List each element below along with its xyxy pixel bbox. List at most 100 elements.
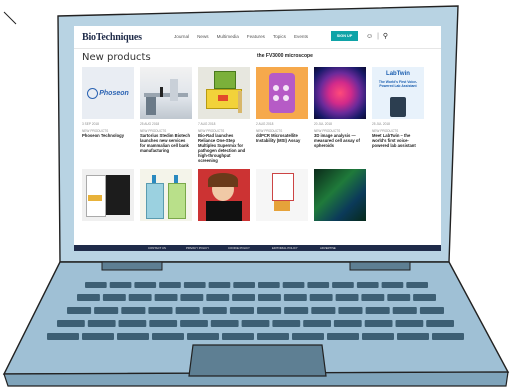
nav-multimedia[interactable]: Multimedia — [217, 34, 239, 39]
keyboard-key — [282, 282, 305, 288]
keyboard-key — [229, 307, 254, 314]
footer-privacy[interactable]: PRIVACY POLICY — [186, 246, 209, 250]
phone-icon — [390, 97, 406, 117]
keyboard-key — [356, 282, 379, 288]
keyboard-key — [335, 294, 359, 301]
site-footer: CONTACT US PRIVACY POLICY COOKIE POLICY … — [74, 245, 441, 251]
keyboard-key — [85, 282, 107, 288]
keyboard-key — [77, 294, 100, 301]
article-thumbnail[interactable]: LabTwin The World's First Voice-Powered … — [372, 67, 424, 119]
signup-button[interactable]: SIGN UP — [331, 31, 358, 41]
article-title[interactable]: Phoseon Technology — [82, 133, 134, 138]
keyboard-key — [121, 307, 146, 314]
browser-screen: BioTechniques Journal News Multimedia Fe… — [74, 26, 441, 250]
article-card[interactable] — [256, 169, 308, 221]
keyboard-key — [154, 294, 178, 301]
article-date: 25 JUL 2018 — [372, 122, 390, 126]
keyboard-key — [338, 307, 363, 314]
labtwin-tagline: The World's First Voice-Powered Lab Assi… — [378, 80, 418, 89]
footer-advertise[interactable]: ADVERTISE — [320, 246, 336, 250]
nav-events[interactable]: Events — [294, 34, 308, 39]
labtwin-logo: LabTwin — [386, 71, 410, 77]
keyboard-key — [387, 294, 411, 301]
article-thumbnail[interactable] — [140, 67, 192, 119]
keyboard-key — [128, 294, 152, 301]
article-title[interactable]: Meet LabTwin – the world's first voice-p… — [372, 133, 424, 148]
keyboard-key — [392, 307, 417, 314]
footer-editorial[interactable]: EDITORIAL POLICY — [272, 246, 298, 250]
site-header: BioTechniques Journal News Multimedia Fe… — [74, 26, 441, 49]
keyboard-key — [395, 320, 424, 327]
article-card[interactable] — [140, 169, 192, 221]
header-icons: ☺ | ⚲ — [366, 33, 389, 40]
search-icon[interactable]: ⚲ — [383, 33, 388, 40]
keyboard-key — [180, 320, 208, 327]
site-logo[interactable]: BioTechniques — [82, 32, 142, 43]
article-thumbnail[interactable] — [82, 169, 134, 221]
phoseon-logo: Phoseon — [87, 87, 129, 99]
user-icon[interactable]: ☺ — [366, 33, 373, 40]
keyboard-key — [180, 294, 204, 301]
keyboard-key — [149, 320, 178, 327]
article-card[interactable] — [82, 169, 134, 221]
article-thumbnail[interactable] — [140, 169, 192, 221]
keyboard-key — [47, 333, 79, 340]
article-title[interactable]: Bio-Rad launches Reliance One-Step Multi… — [198, 133, 250, 163]
globe-icon — [87, 87, 99, 99]
keyboard-key — [233, 282, 255, 288]
article-card[interactable]: Phoseon 3 SEP 2018 NEW PRODUCTS Phoseon … — [82, 67, 134, 163]
article-card[interactable] — [198, 169, 250, 221]
keyboard-key — [159, 282, 181, 288]
keyboard-key — [82, 333, 114, 340]
keyboard-key — [102, 294, 126, 301]
article-thumbnail[interactable] — [198, 67, 250, 119]
article-thumbnail[interactable] — [198, 169, 250, 221]
article-title[interactable]: Sartorius Stedim Biotech launches new se… — [140, 133, 192, 153]
keyboard-key — [432, 333, 464, 340]
keyboard-key — [222, 333, 254, 340]
article-date: 3 SEP 2018 — [82, 122, 99, 126]
keyboard-key — [327, 333, 359, 340]
keyboard-key — [258, 282, 280, 288]
keyboard-key — [362, 333, 394, 340]
keyboard-key — [117, 333, 149, 340]
keyboard-key — [284, 307, 309, 314]
nav-journal[interactable]: Journal — [174, 34, 189, 39]
article-grid: Phoseon 3 SEP 2018 NEW PRODUCTS Phoseon … — [82, 67, 424, 221]
nav-topics[interactable]: Topics — [273, 34, 286, 39]
keyboard-key — [206, 294, 230, 301]
article-card[interactable]: 7 AUG 2018 NEW PRODUCTS Bio-Rad launches… — [198, 67, 250, 163]
article-thumbnail[interactable]: Phoseon — [82, 67, 134, 119]
keyboard-key — [57, 320, 85, 327]
article-card[interactable]: 20 JUL 2018 NEW PRODUCTS 3D image analys… — [314, 67, 366, 163]
article-date: 2 AUG 2018 — [256, 122, 274, 126]
article-thumbnail[interactable] — [256, 169, 308, 221]
article-card[interactable]: LabTwin The World's First Voice-Powered … — [372, 67, 424, 163]
nav-news[interactable]: News — [197, 34, 209, 39]
article-thumbnail[interactable] — [314, 67, 366, 119]
article-title[interactable]: ddPCR Microsatellite Instability (MSI) A… — [256, 133, 308, 143]
keyboard-key — [303, 320, 331, 327]
keyboard-key — [87, 320, 116, 327]
article-title[interactable]: 3D image analysis — measured cell assay … — [314, 133, 366, 148]
keyboard-key — [208, 282, 231, 288]
keyboard-key — [175, 307, 200, 314]
article-card[interactable]: 2 AUG 2018 NEW PRODUCTS ddPCR Microsatel… — [256, 67, 308, 163]
footer-contact[interactable]: CONTACT US — [148, 246, 166, 250]
article-date: 20 JUL 2018 — [314, 122, 332, 126]
previous-row-caption[interactable]: the FV3000 microscope — [257, 53, 313, 59]
footer-cookie[interactable]: COOKIE POLICY — [228, 246, 250, 250]
article-card[interactable] — [314, 169, 366, 221]
keyboard-key — [406, 282, 428, 288]
article-thumbnail[interactable] — [314, 169, 366, 221]
section-title: New products — [82, 52, 151, 63]
article-thumbnail[interactable] — [256, 67, 308, 119]
article-card[interactable]: 25 AUG 2018 NEW PRODUCTS Sartorius Stedi… — [140, 67, 192, 163]
keyboard-key — [272, 320, 301, 327]
keyboard-key — [67, 307, 92, 314]
keyboard-key — [309, 294, 333, 301]
keyboard-key — [134, 282, 157, 288]
laptop-scene: BioTechniques Journal News Multimedia Fe… — [0, 0, 513, 392]
nav-features[interactable]: Features — [247, 34, 265, 39]
keyboard-key — [94, 307, 119, 314]
